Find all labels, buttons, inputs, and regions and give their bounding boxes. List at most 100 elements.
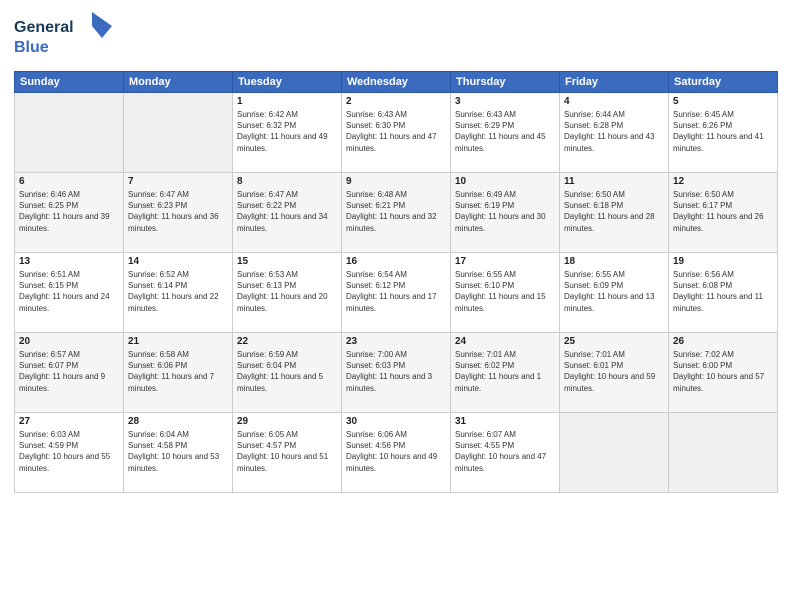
day-info: Sunrise: 7:01 AM Sunset: 6:01 PM Dayligh… bbox=[564, 349, 664, 394]
calendar-cell: 20 Sunrise: 6:57 AM Sunset: 6:07 PM Dayl… bbox=[15, 333, 124, 413]
day-info: Sunrise: 6:57 AM Sunset: 6:07 PM Dayligh… bbox=[19, 349, 119, 394]
week-row-2: 13 Sunrise: 6:51 AM Sunset: 6:15 PM Dayl… bbox=[15, 253, 778, 333]
calendar-cell: 9 Sunrise: 6:48 AM Sunset: 6:21 PM Dayli… bbox=[342, 173, 451, 253]
calendar-cell bbox=[669, 413, 778, 493]
day-number: 17 bbox=[455, 256, 555, 267]
day-info: Sunrise: 6:07 AM Sunset: 4:55 PM Dayligh… bbox=[455, 429, 555, 474]
calendar-cell: 26 Sunrise: 7:02 AM Sunset: 6:00 PM Dayl… bbox=[669, 333, 778, 413]
day-number: 8 bbox=[237, 176, 337, 187]
day-number: 29 bbox=[237, 416, 337, 427]
day-number: 19 bbox=[673, 256, 773, 267]
day-number: 21 bbox=[128, 336, 228, 347]
day-info: Sunrise: 6:47 AM Sunset: 6:23 PM Dayligh… bbox=[128, 189, 228, 234]
day-info: Sunrise: 6:46 AM Sunset: 6:25 PM Dayligh… bbox=[19, 189, 119, 234]
day-number: 18 bbox=[564, 256, 664, 267]
day-info: Sunrise: 6:52 AM Sunset: 6:14 PM Dayligh… bbox=[128, 269, 228, 314]
calendar-cell: 1 Sunrise: 6:42 AM Sunset: 6:32 PM Dayli… bbox=[233, 93, 342, 173]
day-number: 30 bbox=[346, 416, 446, 427]
calendar-cell: 30 Sunrise: 6:06 AM Sunset: 4:56 PM Dayl… bbox=[342, 413, 451, 493]
day-number: 16 bbox=[346, 256, 446, 267]
day-info: Sunrise: 6:05 AM Sunset: 4:57 PM Dayligh… bbox=[237, 429, 337, 474]
day-info: Sunrise: 6:56 AM Sunset: 6:08 PM Dayligh… bbox=[673, 269, 773, 314]
day-info: Sunrise: 6:43 AM Sunset: 6:30 PM Dayligh… bbox=[346, 109, 446, 154]
week-row-4: 27 Sunrise: 6:03 AM Sunset: 4:59 PM Dayl… bbox=[15, 413, 778, 493]
day-number: 22 bbox=[237, 336, 337, 347]
day-number: 2 bbox=[346, 96, 446, 107]
day-info: Sunrise: 6:45 AM Sunset: 6:26 PM Dayligh… bbox=[673, 109, 773, 154]
calendar-cell: 24 Sunrise: 7:01 AM Sunset: 6:02 PM Dayl… bbox=[451, 333, 560, 413]
day-number: 12 bbox=[673, 176, 773, 187]
calendar-cell: 16 Sunrise: 6:54 AM Sunset: 6:12 PM Dayl… bbox=[342, 253, 451, 333]
page: General Blue SundayMondayTuesdayWednesda… bbox=[0, 0, 792, 612]
header-day-friday: Friday bbox=[560, 72, 669, 93]
day-info: Sunrise: 6:51 AM Sunset: 6:15 PM Dayligh… bbox=[19, 269, 119, 314]
week-row-1: 6 Sunrise: 6:46 AM Sunset: 6:25 PM Dayli… bbox=[15, 173, 778, 253]
calendar-cell: 21 Sunrise: 6:58 AM Sunset: 6:06 PM Dayl… bbox=[124, 333, 233, 413]
calendar-cell: 29 Sunrise: 6:05 AM Sunset: 4:57 PM Dayl… bbox=[233, 413, 342, 493]
day-number: 28 bbox=[128, 416, 228, 427]
day-number: 26 bbox=[673, 336, 773, 347]
calendar-cell: 10 Sunrise: 6:49 AM Sunset: 6:19 PM Dayl… bbox=[451, 173, 560, 253]
day-info: Sunrise: 6:47 AM Sunset: 6:22 PM Dayligh… bbox=[237, 189, 337, 234]
calendar-cell: 23 Sunrise: 7:00 AM Sunset: 6:03 PM Dayl… bbox=[342, 333, 451, 413]
day-info: Sunrise: 6:59 AM Sunset: 6:04 PM Dayligh… bbox=[237, 349, 337, 394]
day-number: 5 bbox=[673, 96, 773, 107]
header-day-thursday: Thursday bbox=[451, 72, 560, 93]
calendar-cell: 25 Sunrise: 7:01 AM Sunset: 6:01 PM Dayl… bbox=[560, 333, 669, 413]
day-info: Sunrise: 6:06 AM Sunset: 4:56 PM Dayligh… bbox=[346, 429, 446, 474]
calendar-cell: 5 Sunrise: 6:45 AM Sunset: 6:26 PM Dayli… bbox=[669, 93, 778, 173]
svg-text:Blue: Blue bbox=[14, 39, 49, 56]
day-info: Sunrise: 6:43 AM Sunset: 6:29 PM Dayligh… bbox=[455, 109, 555, 154]
day-number: 15 bbox=[237, 256, 337, 267]
day-info: Sunrise: 6:42 AM Sunset: 6:32 PM Dayligh… bbox=[237, 109, 337, 154]
week-row-3: 20 Sunrise: 6:57 AM Sunset: 6:07 PM Dayl… bbox=[15, 333, 778, 413]
day-number: 6 bbox=[19, 176, 119, 187]
calendar-cell: 6 Sunrise: 6:46 AM Sunset: 6:25 PM Dayli… bbox=[15, 173, 124, 253]
day-number: 10 bbox=[455, 176, 555, 187]
calendar-cell: 15 Sunrise: 6:53 AM Sunset: 6:13 PM Dayl… bbox=[233, 253, 342, 333]
calendar-cell: 19 Sunrise: 6:56 AM Sunset: 6:08 PM Dayl… bbox=[669, 253, 778, 333]
day-number: 7 bbox=[128, 176, 228, 187]
calendar-cell: 31 Sunrise: 6:07 AM Sunset: 4:55 PM Dayl… bbox=[451, 413, 560, 493]
day-number: 25 bbox=[564, 336, 664, 347]
header: General Blue bbox=[14, 10, 778, 63]
day-info: Sunrise: 6:03 AM Sunset: 4:59 PM Dayligh… bbox=[19, 429, 119, 474]
day-info: Sunrise: 6:44 AM Sunset: 6:28 PM Dayligh… bbox=[564, 109, 664, 154]
day-number: 9 bbox=[346, 176, 446, 187]
day-info: Sunrise: 6:50 AM Sunset: 6:17 PM Dayligh… bbox=[673, 189, 773, 234]
day-info: Sunrise: 7:01 AM Sunset: 6:02 PM Dayligh… bbox=[455, 349, 555, 394]
day-info: Sunrise: 6:54 AM Sunset: 6:12 PM Dayligh… bbox=[346, 269, 446, 314]
day-number: 11 bbox=[564, 176, 664, 187]
day-info: Sunrise: 6:55 AM Sunset: 6:09 PM Dayligh… bbox=[564, 269, 664, 314]
header-day-saturday: Saturday bbox=[669, 72, 778, 93]
calendar-cell: 17 Sunrise: 6:55 AM Sunset: 6:10 PM Dayl… bbox=[451, 253, 560, 333]
calendar-cell: 8 Sunrise: 6:47 AM Sunset: 6:22 PM Dayli… bbox=[233, 173, 342, 253]
calendar-cell: 4 Sunrise: 6:44 AM Sunset: 6:28 PM Dayli… bbox=[560, 93, 669, 173]
day-number: 27 bbox=[19, 416, 119, 427]
calendar-cell: 18 Sunrise: 6:55 AM Sunset: 6:09 PM Dayl… bbox=[560, 253, 669, 333]
calendar-cell: 12 Sunrise: 6:50 AM Sunset: 6:17 PM Dayl… bbox=[669, 173, 778, 253]
calendar-cell: 3 Sunrise: 6:43 AM Sunset: 6:29 PM Dayli… bbox=[451, 93, 560, 173]
day-number: 13 bbox=[19, 256, 119, 267]
day-info: Sunrise: 6:50 AM Sunset: 6:18 PM Dayligh… bbox=[564, 189, 664, 234]
day-number: 31 bbox=[455, 416, 555, 427]
calendar-cell: 22 Sunrise: 6:59 AM Sunset: 6:04 PM Dayl… bbox=[233, 333, 342, 413]
day-info: Sunrise: 6:55 AM Sunset: 6:10 PM Dayligh… bbox=[455, 269, 555, 314]
calendar-cell: 28 Sunrise: 6:04 AM Sunset: 4:58 PM Dayl… bbox=[124, 413, 233, 493]
svg-text:General: General bbox=[14, 19, 74, 36]
calendar-cell: 14 Sunrise: 6:52 AM Sunset: 6:14 PM Dayl… bbox=[124, 253, 233, 333]
day-info: Sunrise: 6:58 AM Sunset: 6:06 PM Dayligh… bbox=[128, 349, 228, 394]
calendar-cell: 7 Sunrise: 6:47 AM Sunset: 6:23 PM Dayli… bbox=[124, 173, 233, 253]
header-day-wednesday: Wednesday bbox=[342, 72, 451, 93]
calendar-cell: 11 Sunrise: 6:50 AM Sunset: 6:18 PM Dayl… bbox=[560, 173, 669, 253]
calendar-cell bbox=[560, 413, 669, 493]
day-number: 1 bbox=[237, 96, 337, 107]
header-day-sunday: Sunday bbox=[15, 72, 124, 93]
logo: General Blue bbox=[14, 10, 124, 63]
logo-area: General Blue bbox=[14, 10, 124, 63]
day-number: 24 bbox=[455, 336, 555, 347]
calendar-cell bbox=[124, 93, 233, 173]
calendar-cell: 27 Sunrise: 6:03 AM Sunset: 4:59 PM Dayl… bbox=[15, 413, 124, 493]
day-info: Sunrise: 7:02 AM Sunset: 6:00 PM Dayligh… bbox=[673, 349, 773, 394]
day-info: Sunrise: 7:00 AM Sunset: 6:03 PM Dayligh… bbox=[346, 349, 446, 394]
